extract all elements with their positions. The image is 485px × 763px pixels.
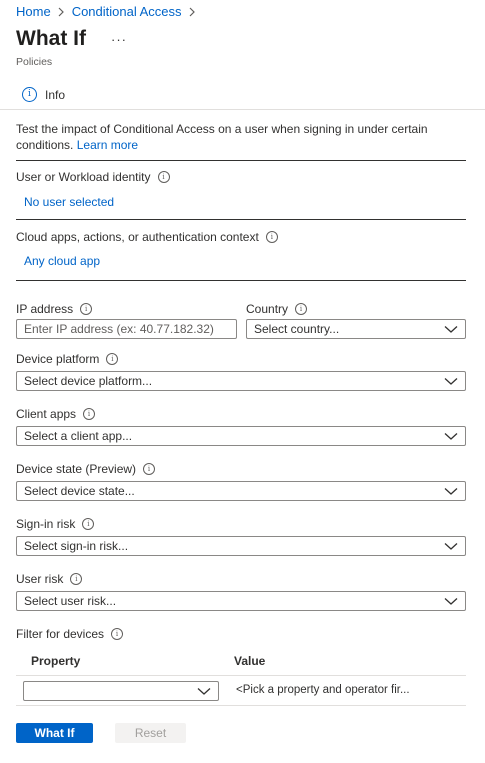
identity-selector-link[interactable]: No user selected [24, 195, 114, 209]
chevron-down-icon [444, 543, 458, 550]
filter-property-dropdown[interactable] [23, 681, 219, 701]
info-icon[interactable]: i [265, 231, 278, 243]
page-subtitle: Policies [16, 56, 53, 68]
cloud-apps-selector-link[interactable]: Any cloud app [24, 254, 100, 268]
identity-label: User or Workload identity i [16, 170, 170, 184]
device-platform-dropdown[interactable]: Select device platform... [16, 371, 466, 391]
filter-devices-label-text: Filter for devices [16, 627, 105, 641]
info-icon[interactable]: i [143, 463, 156, 475]
cloud-apps-label: Cloud apps, actions, or authentication c… [16, 230, 278, 244]
ip-address-placeholder: Enter IP address (ex: 40.77.182.32) [24, 322, 214, 336]
divider [0, 109, 485, 110]
device-platform-label: Device platform i [16, 352, 119, 366]
chevron-right-icon [189, 7, 196, 17]
divider [16, 280, 466, 281]
info-icon[interactable]: i [157, 171, 170, 183]
column-header-property: Property [31, 654, 81, 668]
info-icon[interactable]: i [70, 573, 83, 585]
country-value: Select country... [254, 322, 340, 336]
user-risk-value: Select user risk... [24, 594, 117, 608]
ip-address-label: IP address i [16, 302, 93, 316]
device-state-value: Select device state... [24, 484, 135, 498]
learn-more-link[interactable]: Learn more [77, 138, 138, 152]
chevron-down-icon [444, 433, 458, 440]
sign-in-risk-dropdown[interactable]: Select sign-in risk... [16, 536, 466, 556]
filter-devices-label: Filter for devices i [16, 627, 124, 641]
device-platform-label-text: Device platform [16, 352, 100, 366]
reset-button[interactable]: Reset [115, 723, 186, 743]
ip-address-input[interactable]: Enter IP address (ex: 40.77.182.32) [16, 319, 237, 339]
device-state-label-text: Device state (Preview) [16, 462, 137, 476]
info-icon[interactable]: i [111, 628, 124, 640]
chevron-down-icon [197, 688, 211, 695]
client-apps-label: Client apps i [16, 407, 96, 421]
tab-info[interactable]: i Info [22, 87, 65, 102]
client-apps-label-text: Client apps [16, 407, 77, 421]
info-icon[interactable]: i [82, 518, 95, 530]
country-label: Country i [246, 302, 308, 316]
sign-in-risk-label-text: Sign-in risk [16, 517, 76, 531]
chevron-right-icon [58, 7, 65, 17]
divider [16, 219, 466, 220]
breadcrumb-conditional-access[interactable]: Conditional Access [72, 4, 182, 19]
info-icon: i [22, 87, 37, 102]
sign-in-risk-label: Sign-in risk i [16, 517, 95, 531]
device-state-label: Device state (Preview) i [16, 462, 156, 476]
column-header-value: Value [234, 654, 266, 668]
sign-in-risk-value: Select sign-in risk... [24, 539, 129, 553]
device-platform-value: Select device platform... [24, 374, 153, 388]
identity-label-text: User or Workload identity [16, 170, 151, 184]
breadcrumb: Home Conditional Access [16, 4, 203, 19]
divider [16, 705, 466, 706]
country-label-text: Country [246, 302, 289, 316]
info-icon[interactable]: i [106, 353, 119, 365]
divider [16, 675, 466, 676]
user-risk-label: User risk i [16, 572, 83, 586]
chevron-down-icon [444, 326, 458, 333]
what-if-button[interactable]: What If [16, 723, 93, 743]
client-apps-value: Select a client app... [24, 429, 133, 443]
device-state-dropdown[interactable]: Select device state... [16, 481, 466, 501]
description: Test the impact of Conditional Access on… [16, 121, 456, 153]
filter-value-hint: <Pick a property and operator fir... [236, 684, 410, 696]
page-title: What If [16, 27, 86, 50]
cloud-apps-label-text: Cloud apps, actions, or authentication c… [16, 230, 259, 244]
chevron-down-icon [444, 598, 458, 605]
country-dropdown[interactable]: Select country... [246, 319, 466, 339]
info-icon[interactable]: i [80, 303, 93, 315]
info-icon[interactable]: i [83, 408, 96, 420]
client-apps-dropdown[interactable]: Select a client app... [16, 426, 466, 446]
chevron-down-icon [444, 378, 458, 385]
breadcrumb-home[interactable]: Home [16, 4, 51, 19]
more-options-icon[interactable]: ··· [111, 32, 127, 47]
user-risk-label-text: User risk [16, 572, 64, 586]
tab-info-label: Info [45, 87, 66, 102]
chevron-down-icon [444, 488, 458, 495]
info-icon[interactable]: i [295, 303, 308, 315]
divider [16, 160, 466, 161]
user-risk-dropdown[interactable]: Select user risk... [16, 591, 466, 611]
ip-address-label-text: IP address [16, 302, 74, 316]
